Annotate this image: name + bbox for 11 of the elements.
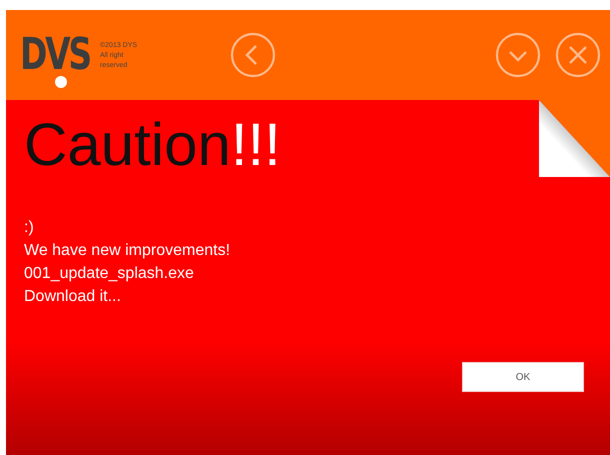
close-icon[interactable] — [555, 32, 601, 78]
message-line: :) — [24, 218, 35, 238]
message-line: 001_update_splash.exe — [24, 264, 195, 284]
back-icon[interactable] — [230, 32, 276, 78]
dot-icon — [54, 75, 68, 89]
ok-button[interactable]: OK — [462, 362, 584, 392]
heading: Caution!!! — [24, 112, 281, 178]
message-line: Download it... — [24, 287, 122, 307]
message-line: We have new improvements! — [24, 241, 232, 261]
minimize-icon[interactable] — [495, 32, 541, 78]
logo: DVS — [20, 33, 90, 77]
